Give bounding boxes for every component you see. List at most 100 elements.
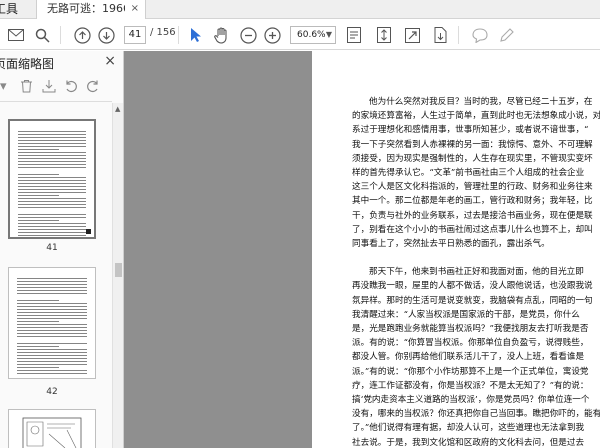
thumbnail-text-line xyxy=(18,232,86,233)
zoom-out-icon[interactable] xyxy=(238,25,258,45)
delete-page-icon[interactable] xyxy=(20,79,33,97)
fullscreen-icon[interactable] xyxy=(402,25,422,45)
paragraph: 他为什么突然对我反目？当时的我，尽管已经二十五岁，在 的家境还算富裕，人生过于简单… xyxy=(352,95,600,251)
text-line: 干，负责与社外的业务联系，过去是接洽书画业务，现在便是联 xyxy=(352,210,593,221)
thumbnail-page-42[interactable] xyxy=(8,267,96,379)
paragraph: 那天下午，他来到书画社正好和我面对面，他的目光立即再没瞧我一眼，屋里的人都不做话… xyxy=(352,265,600,448)
thumbnail-text-line xyxy=(18,158,86,159)
thumbnail-text-line xyxy=(18,164,86,165)
thumbnail-text-line xyxy=(17,324,87,325)
document-page: 他为什么突然对我反目？当时的我，尽管已经二十五岁，在 的家境还算富裕，人生过于简单… xyxy=(312,51,600,448)
select-cursor-icon[interactable] xyxy=(186,25,206,45)
pen-icon[interactable] xyxy=(496,25,516,45)
text-line: 派。”有的说：“你那个小作坊那算不上是一个正式单位，寓设党 xyxy=(352,366,589,377)
thumbnail-text-line xyxy=(18,192,86,193)
thumbnail-text-line xyxy=(17,306,87,307)
thumbnail-text-line xyxy=(18,207,86,208)
text-line: 都没人管。你别再给他们联系活儿干了，没人上班，看看谁是 xyxy=(352,352,585,363)
thumbnail-text-line xyxy=(17,327,87,328)
thumbnail-text-line xyxy=(17,278,87,279)
search-icon[interactable] xyxy=(32,25,52,45)
thumbnail-list: 41 42 xyxy=(0,103,112,448)
tab-tools[interactable]: 工具 xyxy=(0,0,36,19)
options-chevron-icon[interactable]: ▾ xyxy=(0,79,7,94)
thumbnail-text-line xyxy=(17,352,87,353)
thumbnail-sidebar: 页面缩略图 × ▾ 41 42 ▲ xyxy=(0,51,124,448)
thumbnail-text-line xyxy=(17,321,59,322)
text-line: 这三个人是区文化科指派的，管理社里的行政、财务和业务往来 xyxy=(352,182,593,193)
text-line: 氛异样。那时的生活可是说变就变，我脑袋有点乱，同昭的一句 xyxy=(352,295,593,306)
chevron-down-icon: ▼ xyxy=(325,30,332,39)
sidebar-tools: ▾ xyxy=(0,77,124,99)
rotate-right-icon[interactable] xyxy=(86,79,100,97)
thumbnail-text-line xyxy=(17,358,87,359)
hand-tool-icon[interactable] xyxy=(212,25,232,45)
fit-page-icon[interactable] xyxy=(344,25,364,45)
tab-strip: 工具 无路可逃：1966—... × xyxy=(0,0,600,19)
extract-page-icon[interactable] xyxy=(42,79,56,97)
thumbnail-text-line xyxy=(17,330,87,331)
text-line: 了。”他们说得有理有据，却没人认可，这些道理也无法拿到我 xyxy=(352,423,585,434)
page-down-icon[interactable] xyxy=(96,25,116,45)
pdf-reader-window: 工具 无路可逃：1966—... × 41 / 156 xyxy=(0,0,600,448)
text-line: 样的首先得承认它。“文革”前书画社由三个人组成的社会企业 xyxy=(352,168,585,179)
thumbnail-text-line xyxy=(18,226,86,227)
thumbnail-page-43[interactable] xyxy=(8,409,96,448)
thumbnail-text-line xyxy=(17,370,87,371)
thumbnail-text-line xyxy=(17,355,87,356)
close-sidebar-icon[interactable]: × xyxy=(104,53,116,69)
thumbnail-text-line xyxy=(18,214,86,215)
thumbnail-text-line xyxy=(18,189,86,190)
zoom-select[interactable]: 60.6% ▼ xyxy=(290,26,336,44)
thumbnail-text-line xyxy=(18,183,86,184)
thumbnail-text-line xyxy=(17,315,87,316)
tab-document[interactable]: 无路可逃：1966—... × xyxy=(36,0,146,19)
thumbnail-text-line xyxy=(18,195,59,196)
page-number-input[interactable]: 41 xyxy=(124,26,146,44)
thumbnail-text-line xyxy=(17,346,59,347)
thumbnail-text-line xyxy=(17,361,87,362)
thumbnail-text-line xyxy=(17,343,87,344)
text-line: 是，光是跑跑业务就能算当权派吗？”我便找朋友去打听我是否 xyxy=(352,324,589,335)
text-line: 我一下子突然看到人赤裸裸的另一面：我惊愕、意外、不可理解 xyxy=(352,139,593,150)
rotate-left-icon[interactable] xyxy=(64,79,78,97)
thumbnail-text-line xyxy=(18,220,59,221)
thumbnail-text-line xyxy=(18,204,86,205)
page-text: 他为什么突然对我反目？当时的我，尽管已经二十五岁，在 的家境还算富裕，人生过于简单… xyxy=(352,95,600,448)
thumbnail-page-41[interactable] xyxy=(8,119,96,239)
thumbnail-text-line xyxy=(18,186,86,187)
scroll-mode-icon[interactable] xyxy=(374,25,394,45)
thumbnail-text-line xyxy=(18,223,86,224)
text-line: 再没瞧我一眼，屋里的人都不做话，没人跟他说话，也没跟我说 xyxy=(352,281,593,292)
thumbnail-text-line xyxy=(18,152,86,153)
page-up-icon[interactable] xyxy=(72,25,92,45)
text-line: 疗，连工作证都没有，你是当权派？不是太无知了？”有的说： xyxy=(352,380,589,391)
text-line: 系过于理想化和感情用事，世事所知甚少，或者说不谙世事，“ xyxy=(352,125,589,136)
thumbnail-text-line xyxy=(17,287,87,288)
close-tab-icon[interactable]: × xyxy=(131,0,139,18)
thumbnail-text-line xyxy=(18,235,86,236)
zoom-in-icon[interactable] xyxy=(262,25,282,45)
text-line: 同事看上了，突然扯去平日熟悉的面孔，露出杀气。 xyxy=(352,239,550,250)
thumbnail-text-line xyxy=(18,180,86,181)
sidebar-title: 页面缩略图 xyxy=(0,57,55,71)
thumbnail-text-line xyxy=(18,155,86,156)
thumbnail-text-line xyxy=(17,290,87,291)
thumbnail-text-line xyxy=(17,318,87,319)
thumbnail-text-line xyxy=(18,174,59,175)
thumbnail-text-line xyxy=(17,367,59,368)
toolbar: 41 / 156 60.6% ▼ xyxy=(0,19,600,50)
sidebar-scrollbar[interactable]: ▲ xyxy=(112,103,123,448)
download-icon[interactable] xyxy=(430,25,450,45)
thumbnail-text-line xyxy=(18,229,86,230)
text-line: 其中一个。那二位都是年老的画工，管行政和财务；我年轻，比 xyxy=(352,196,593,207)
mail-icon[interactable] xyxy=(6,25,26,45)
text-line: 那天下午，他来到书画社正好和我面对面，他的目光立即 xyxy=(369,267,584,278)
thumbnail-text-line xyxy=(17,373,87,374)
thumbnail-text-line xyxy=(18,201,86,202)
thumbnail-text-line xyxy=(18,131,86,132)
zoom-value: 60.6% xyxy=(297,30,326,40)
thumbnail-text-line xyxy=(18,143,86,144)
comment-icon[interactable] xyxy=(470,25,490,45)
thumbnail-text-line xyxy=(17,303,87,304)
